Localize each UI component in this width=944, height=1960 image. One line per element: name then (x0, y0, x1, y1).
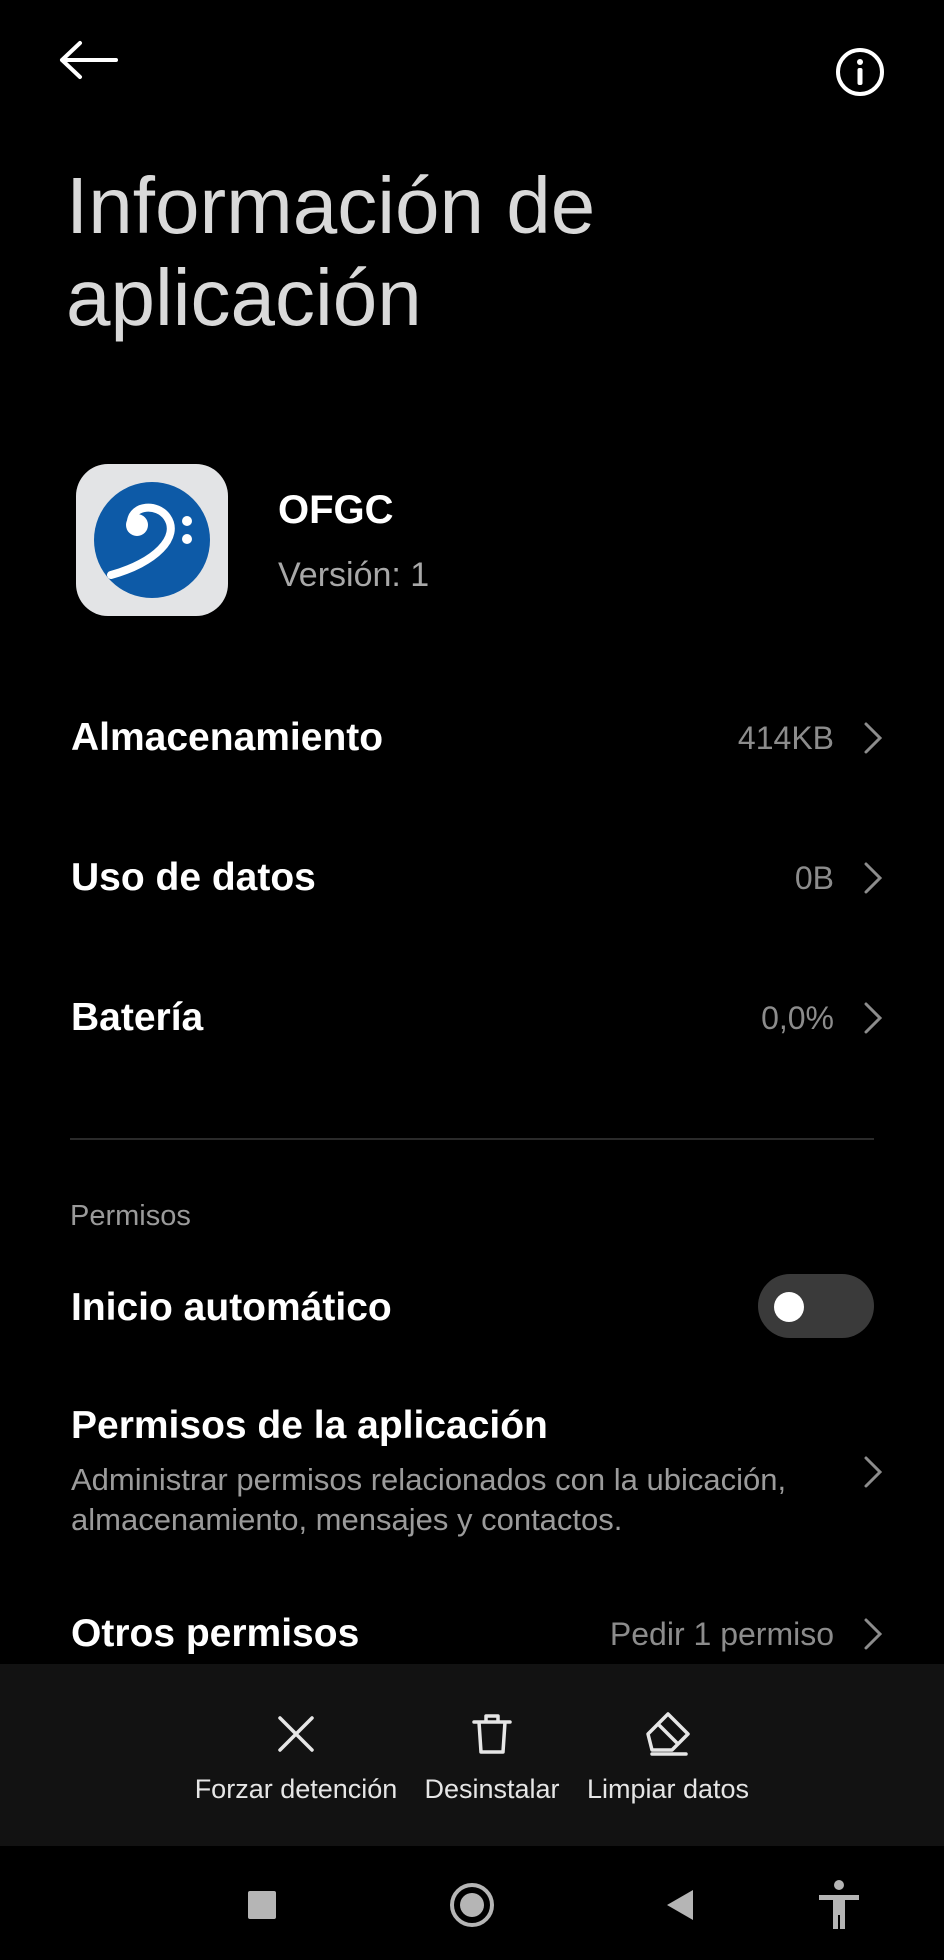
accessibility-icon (819, 1880, 859, 1929)
app-icon (76, 464, 228, 616)
force-stop-label: Forzar detención (194, 1774, 398, 1804)
info-button[interactable] (832, 44, 888, 100)
data-usage-value: 0B (794, 860, 834, 896)
accessibility-button[interactable] (804, 1870, 874, 1940)
battery-label: Batería (71, 996, 204, 1039)
uninstall-label: Desinstalar (424, 1774, 560, 1804)
system-nav-bar (0, 1846, 944, 1960)
page-title: Información de aplicación (66, 160, 866, 344)
divider (70, 1138, 874, 1140)
eraser-icon (646, 1712, 690, 1756)
force-stop-button[interactable]: Forzar detención (191, 1664, 401, 1846)
storage-value: 414KB (737, 720, 834, 756)
chevron-right-icon (864, 1618, 883, 1650)
app-permissions-description: Administrar permisos relacionados con la… (71, 1462, 787, 1537)
square-icon (248, 1891, 276, 1919)
battery-value: 0,0% (761, 1000, 834, 1036)
autostart-toggle[interactable] (758, 1274, 874, 1338)
other-permissions-value: Pedir 1 permiso (609, 1616, 834, 1652)
data-usage-row[interactable]: Uso de datos 0B (0, 840, 944, 916)
nav-back-button[interactable] (645, 1870, 715, 1940)
back-button[interactable] (56, 40, 136, 100)
data-usage-label: Uso de datos (71, 856, 316, 899)
close-x-icon (278, 1716, 314, 1752)
clear-data-label: Limpiar datos (586, 1774, 750, 1804)
permissions-section-label: Permisos (70, 1200, 191, 1232)
toggle-knob (774, 1292, 804, 1322)
chevron-right-icon (864, 1002, 883, 1034)
storage-row[interactable]: Almacenamiento 414KB (0, 700, 944, 776)
app-permissions-label: Permisos de la aplicación (71, 1404, 548, 1447)
other-permissions-row[interactable]: Otros permisos Pedir 1 permiso (0, 1604, 944, 1664)
app-name: OFGC (278, 488, 394, 532)
clear-data-button[interactable]: Limpiar datos (563, 1664, 773, 1846)
page-title-line2: aplicación (66, 253, 422, 342)
other-permissions-label: Otros permisos (71, 1612, 360, 1655)
home-button[interactable] (437, 1870, 507, 1940)
circle-icon (450, 1883, 494, 1927)
storage-label: Almacenamiento (71, 716, 384, 759)
action-bar: Forzar detención Desinstalar Limpiar dat… (0, 1664, 944, 1846)
recents-button[interactable] (227, 1870, 297, 1940)
chevron-right-icon (864, 1456, 883, 1488)
page-title-line1: Información de (66, 161, 596, 250)
arrow-left-icon (60, 41, 118, 79)
app-version: Versión: 1 (278, 556, 430, 594)
battery-row[interactable]: Batería 0,0% (0, 980, 944, 1056)
triangle-back-icon (667, 1890, 693, 1920)
info-circle-icon (836, 48, 884, 96)
bass-clef-icon (94, 482, 210, 598)
trash-icon (472, 1714, 512, 1754)
autostart-label: Inicio automático (71, 1286, 392, 1329)
chevron-right-icon (864, 862, 883, 894)
chevron-right-icon (864, 722, 883, 754)
app-permissions-row[interactable]: Permisos de la aplicación Administrar pe… (0, 1396, 944, 1546)
